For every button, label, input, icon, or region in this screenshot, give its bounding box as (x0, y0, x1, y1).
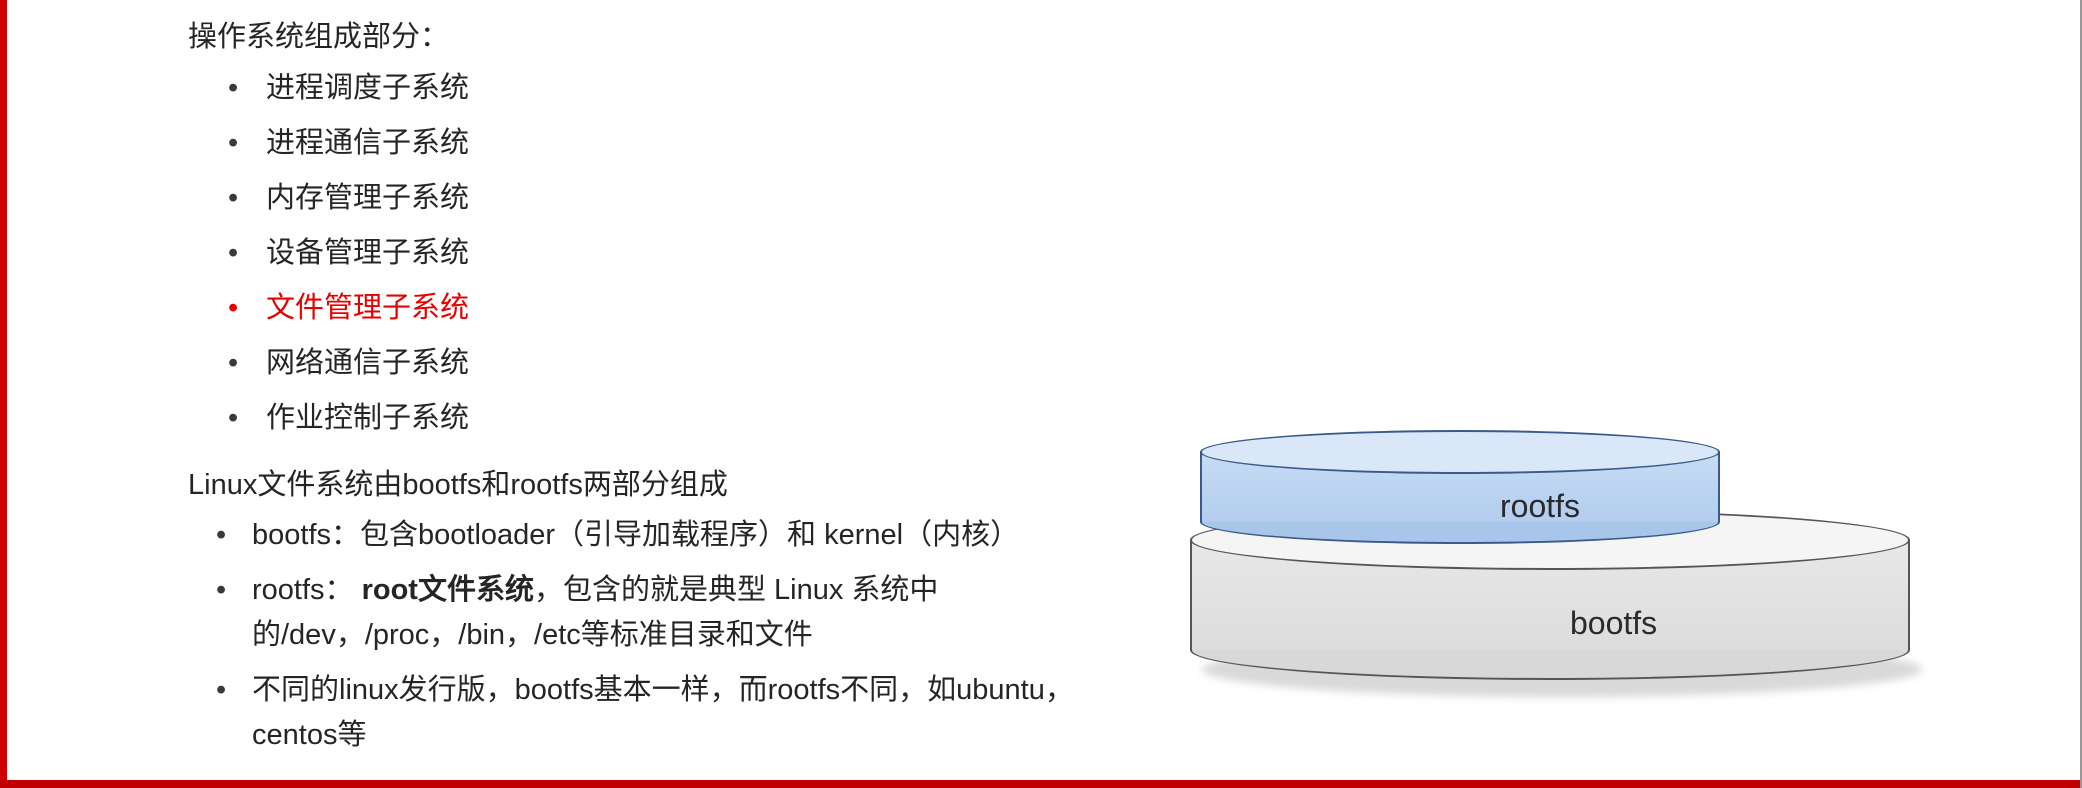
fs-point-item: bootfs：包含bootloader（引导加载程序）和 kernel（内核） (206, 513, 1088, 558)
subsystem-list: 进程调度子系统进程通信子系统内存管理子系统设备管理子系统文件管理子系统网络通信子… (188, 66, 1088, 441)
fs-point-bold: root文件系统 (362, 574, 534, 606)
os-heading: 操作系统组成部分： (188, 15, 1088, 60)
subsystem-item: 设备管理子系统 (228, 231, 1088, 276)
bootfs-label: bootfs (1570, 605, 1657, 642)
subsystem-item: 进程调度子系统 (228, 66, 1088, 111)
left-accent-bar (0, 0, 7, 780)
slide-content: 操作系统组成部分： 进程调度子系统进程通信子系统内存管理子系统设备管理子系统文件… (188, 15, 1088, 768)
fs-point-item: 不同的linux发行版，bootfs基本一样，而rootfs不同，如ubuntu… (206, 668, 1088, 758)
bottom-accent-bar (0, 780, 2082, 788)
fs-intro: Linux文件系统由bootfs和rootfs两部分组成 (188, 463, 1088, 508)
subsystem-item: 进程通信子系统 (228, 121, 1088, 166)
subsystem-item: 作业控制子系统 (228, 396, 1088, 441)
rootfs-cylinder (1200, 430, 1720, 545)
subsystem-item: 内存管理子系统 (228, 176, 1088, 221)
rootfs-label: rootfs (1500, 488, 1580, 525)
subsystem-item: 文件管理子系统 (228, 286, 1088, 331)
subsystem-item: 网络通信子系统 (228, 341, 1088, 386)
fs-point-prefix: rootfs： (252, 574, 362, 606)
fs-layers-diagram: rootfs bootfs (1190, 440, 1910, 720)
fs-point-item: rootfs： root文件系统，包含的就是典型 Linux 系统中的/dev，… (206, 568, 1088, 658)
fs-points-list: bootfs：包含bootloader（引导加载程序）和 kernel（内核） r… (188, 513, 1088, 758)
